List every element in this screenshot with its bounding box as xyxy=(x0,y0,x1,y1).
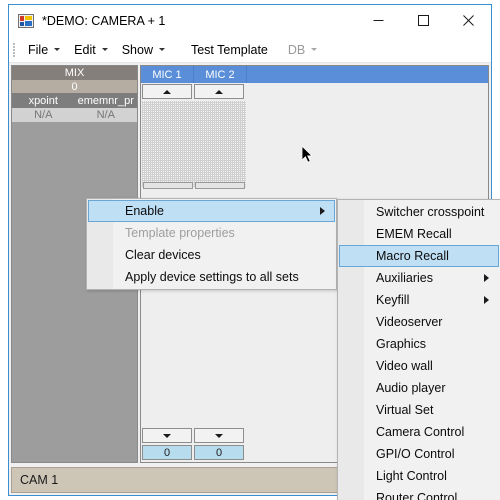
application-window: *DEMO: CAMERA + 1 File Edit Show Test Te… xyxy=(8,4,500,500)
grid-top-spinner-row xyxy=(141,83,488,100)
submenu-item-label: Videoserver xyxy=(376,315,443,329)
menu-file-label: File xyxy=(28,42,49,57)
minimize-button[interactable] xyxy=(356,5,401,36)
context-menu-item-template-properties: Template properties xyxy=(88,222,335,244)
submenu-item-label: Router Control xyxy=(376,491,458,500)
maximize-button[interactable] xyxy=(401,5,446,36)
grid-slot-mic2[interactable] xyxy=(195,182,245,189)
context-menu-item-label: Template properties xyxy=(125,226,235,240)
app-root: *DEMO: CAMERA + 1 File Edit Show Test Te… xyxy=(0,0,500,500)
column-header-xpoint: xpoint xyxy=(28,94,58,107)
submenu-item-router-control[interactable]: Router Control xyxy=(339,487,499,500)
submenu-item-label: Macro Recall xyxy=(376,249,449,263)
submenu-item-videoserver[interactable]: Videoserver xyxy=(339,311,499,333)
column-header-ememnr: ememnr_pr xyxy=(77,94,134,107)
chevron-right-icon xyxy=(320,207,325,215)
submenu-item-label: GPI/O Control xyxy=(376,447,455,461)
chevron-down-icon xyxy=(158,48,165,51)
submenu-item-label: EMEM Recall xyxy=(376,227,452,241)
submenu-item-keyfill[interactable]: Keyfill xyxy=(339,289,499,311)
submenu-item-auxiliaries[interactable]: Auxiliaries xyxy=(339,267,499,289)
window-controls xyxy=(356,5,491,36)
context-menu-item-apply-device-settings[interactable]: Apply device settings to all sets xyxy=(88,266,335,288)
triangle-down-icon xyxy=(215,433,223,438)
value-cell-mic1[interactable]: 0 xyxy=(142,445,192,460)
chevron-down-icon xyxy=(54,48,61,51)
grid-header-mic2: MIC 2 xyxy=(194,66,247,83)
grid-value-row: 0 0 xyxy=(142,445,246,460)
menu-show-label: Show xyxy=(121,42,153,57)
title-bar: *DEMO: CAMERA + 1 xyxy=(9,5,491,37)
mix-label: MIX xyxy=(12,66,137,80)
grid-empty-area xyxy=(142,101,246,187)
grid-header-mic1: MIC 1 xyxy=(141,66,194,83)
triangle-up-icon xyxy=(163,89,171,94)
submenu-item-switcher-crosspoint[interactable]: Switcher crosspoint xyxy=(339,201,499,223)
triangle-up-icon xyxy=(215,89,223,94)
menu-db: DB xyxy=(281,40,324,60)
spinner-up-mic2[interactable] xyxy=(194,84,244,99)
menu-drag-grip[interactable] xyxy=(13,42,16,57)
menu-edit-label: Edit xyxy=(74,42,96,57)
submenu-item-label: Light Control xyxy=(376,469,447,483)
context-menu: Enable Template properties Clear devices… xyxy=(86,198,337,290)
chevron-right-icon xyxy=(484,296,489,304)
menu-test-template[interactable]: Test Template xyxy=(184,40,275,60)
submenu-item-audio-player[interactable]: Audio player xyxy=(339,377,499,399)
grid-column-headers: MIC 1 MIC 2 xyxy=(141,66,488,83)
submenu-item-camera-control[interactable]: Camera Control xyxy=(339,421,499,443)
mix-column-values: N/A N/A xyxy=(12,108,137,122)
submenu-item-gpio-control[interactable]: GPI/O Control xyxy=(339,443,499,465)
submenu-item-label: Camera Control xyxy=(376,425,465,439)
window-title: *DEMO: CAMERA + 1 xyxy=(42,14,166,28)
spinner-down-mic1[interactable] xyxy=(142,428,192,443)
menu-edit[interactable]: Edit xyxy=(67,40,115,60)
submenu-item-label: Switcher crosspoint xyxy=(376,205,485,219)
submenu: Switcher crosspoint EMEM Recall Macro Re… xyxy=(337,199,500,500)
mix-column-headers: xpoint ememnr_pr xyxy=(12,93,137,108)
value-xpoint: N/A xyxy=(34,109,53,121)
menu-show[interactable]: Show xyxy=(115,40,172,60)
spinner-down-mic2[interactable] xyxy=(194,428,244,443)
grid-slot-mic1[interactable] xyxy=(143,182,193,189)
chevron-down-icon xyxy=(311,48,318,51)
status-bar-label: CAM 1 xyxy=(20,473,59,487)
chevron-right-icon xyxy=(484,274,489,282)
minimize-icon xyxy=(373,20,384,21)
submenu-item-graphics[interactable]: Graphics xyxy=(339,333,499,355)
submenu-item-emem-recall[interactable]: EMEM Recall xyxy=(339,223,499,245)
client-area: MIX 0 xpoint ememnr_pr N/A N/A MIC 1 MIC… xyxy=(9,62,500,500)
submenu-item-label: Virtual Set xyxy=(376,403,434,417)
chevron-down-icon xyxy=(101,48,108,51)
menu-test-template-label: Test Template xyxy=(190,42,268,57)
submenu-item-video-wall[interactable]: Video wall xyxy=(339,355,499,377)
context-menu-item-enable[interactable]: Enable xyxy=(88,200,335,222)
submenu-item-virtual-set[interactable]: Virtual Set xyxy=(339,399,499,421)
spinner-up-mic1[interactable] xyxy=(142,84,192,99)
submenu-item-label: Audio player xyxy=(376,381,446,395)
maximize-icon xyxy=(418,15,429,26)
app-window-icon xyxy=(18,13,34,29)
value-cell-mic2[interactable]: 0 xyxy=(194,445,244,460)
triangle-down-icon xyxy=(163,433,171,438)
context-menu-item-label: Clear devices xyxy=(125,248,201,262)
menu-bar: File Edit Show Test Template DB xyxy=(9,37,491,62)
submenu-item-macro-recall[interactable]: Macro Recall xyxy=(339,245,499,267)
close-icon xyxy=(463,15,474,26)
menu-file[interactable]: File xyxy=(21,40,67,60)
mix-value: 0 xyxy=(12,80,137,93)
submenu-item-label: Keyfill xyxy=(376,293,410,307)
value-ememnr: N/A xyxy=(96,109,115,121)
menu-db-label: DB xyxy=(287,42,306,57)
context-menu-item-label: Apply device settings to all sets xyxy=(125,270,299,284)
submenu-item-label: Video wall xyxy=(376,359,433,373)
context-menu-item-label: Enable xyxy=(125,204,164,218)
submenu-item-light-control[interactable]: Light Control xyxy=(339,465,499,487)
close-button[interactable] xyxy=(446,5,491,36)
submenu-item-label: Auxiliaries xyxy=(376,271,433,285)
context-menu-item-clear-devices[interactable]: Clear devices xyxy=(88,244,335,266)
grid-bottom-spinner-row xyxy=(142,428,246,443)
submenu-item-label: Graphics xyxy=(376,337,427,351)
